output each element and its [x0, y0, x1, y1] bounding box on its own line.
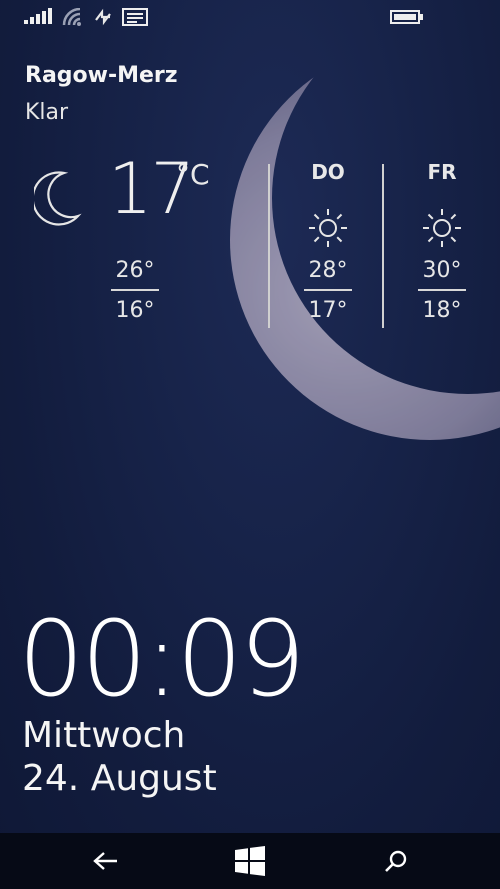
search-button[interactable] — [336, 833, 456, 889]
forecast-divider — [268, 164, 270, 328]
temperature-unit: °C — [176, 158, 210, 191]
battery-icon — [390, 10, 423, 24]
sun-icon — [423, 209, 461, 247]
sun-icon — [309, 209, 347, 247]
forecast-high-temp: 28° — [308, 258, 348, 283]
signal-strength-icon — [24, 8, 52, 24]
forecast-day-label: DO — [311, 160, 345, 184]
forecast-high-low: 30° 18° — [418, 257, 466, 325]
forecast-low-temp: 18° — [422, 298, 462, 323]
today-low-temp: 16° — [115, 298, 155, 323]
wifi-icon — [62, 8, 81, 26]
weather-location: Ragow-Merz — [25, 63, 178, 88]
lock-screen: Ragow-Merz Klar 17 °C 26° 16° DO 28° 17°… — [0, 0, 500, 889]
forecast-high-low: 28° 17° — [304, 257, 352, 325]
navigation-bar — [0, 833, 500, 889]
today-high-temp: 26° — [115, 258, 155, 283]
high-low-separator — [304, 289, 352, 291]
windows-start-icon — [235, 846, 265, 876]
high-low-separator — [111, 289, 159, 291]
today-high-low: 26° 16° — [111, 257, 159, 325]
lockscreen-clock: 00:09 — [18, 598, 306, 720]
weather-condition: Klar — [25, 100, 69, 125]
data-transfer-icon — [95, 8, 111, 26]
forecast-high-temp: 30° — [422, 258, 462, 283]
message-icon — [122, 8, 148, 26]
start-button[interactable] — [190, 833, 310, 889]
high-low-separator — [418, 289, 466, 291]
status-bar — [0, 0, 500, 34]
forecast-divider — [382, 164, 384, 328]
crescent-moon-background — [200, 50, 500, 450]
lockscreen-weekday: Mittwoch — [22, 715, 186, 756]
back-arrow-icon — [93, 852, 117, 870]
search-icon — [385, 850, 407, 872]
back-button[interactable] — [46, 833, 166, 889]
forecast-low-temp: 17° — [308, 298, 348, 323]
crescent-moon-icon — [34, 171, 82, 226]
lockscreen-date: 24. August — [22, 758, 217, 799]
forecast-day-label: FR — [427, 160, 457, 184]
